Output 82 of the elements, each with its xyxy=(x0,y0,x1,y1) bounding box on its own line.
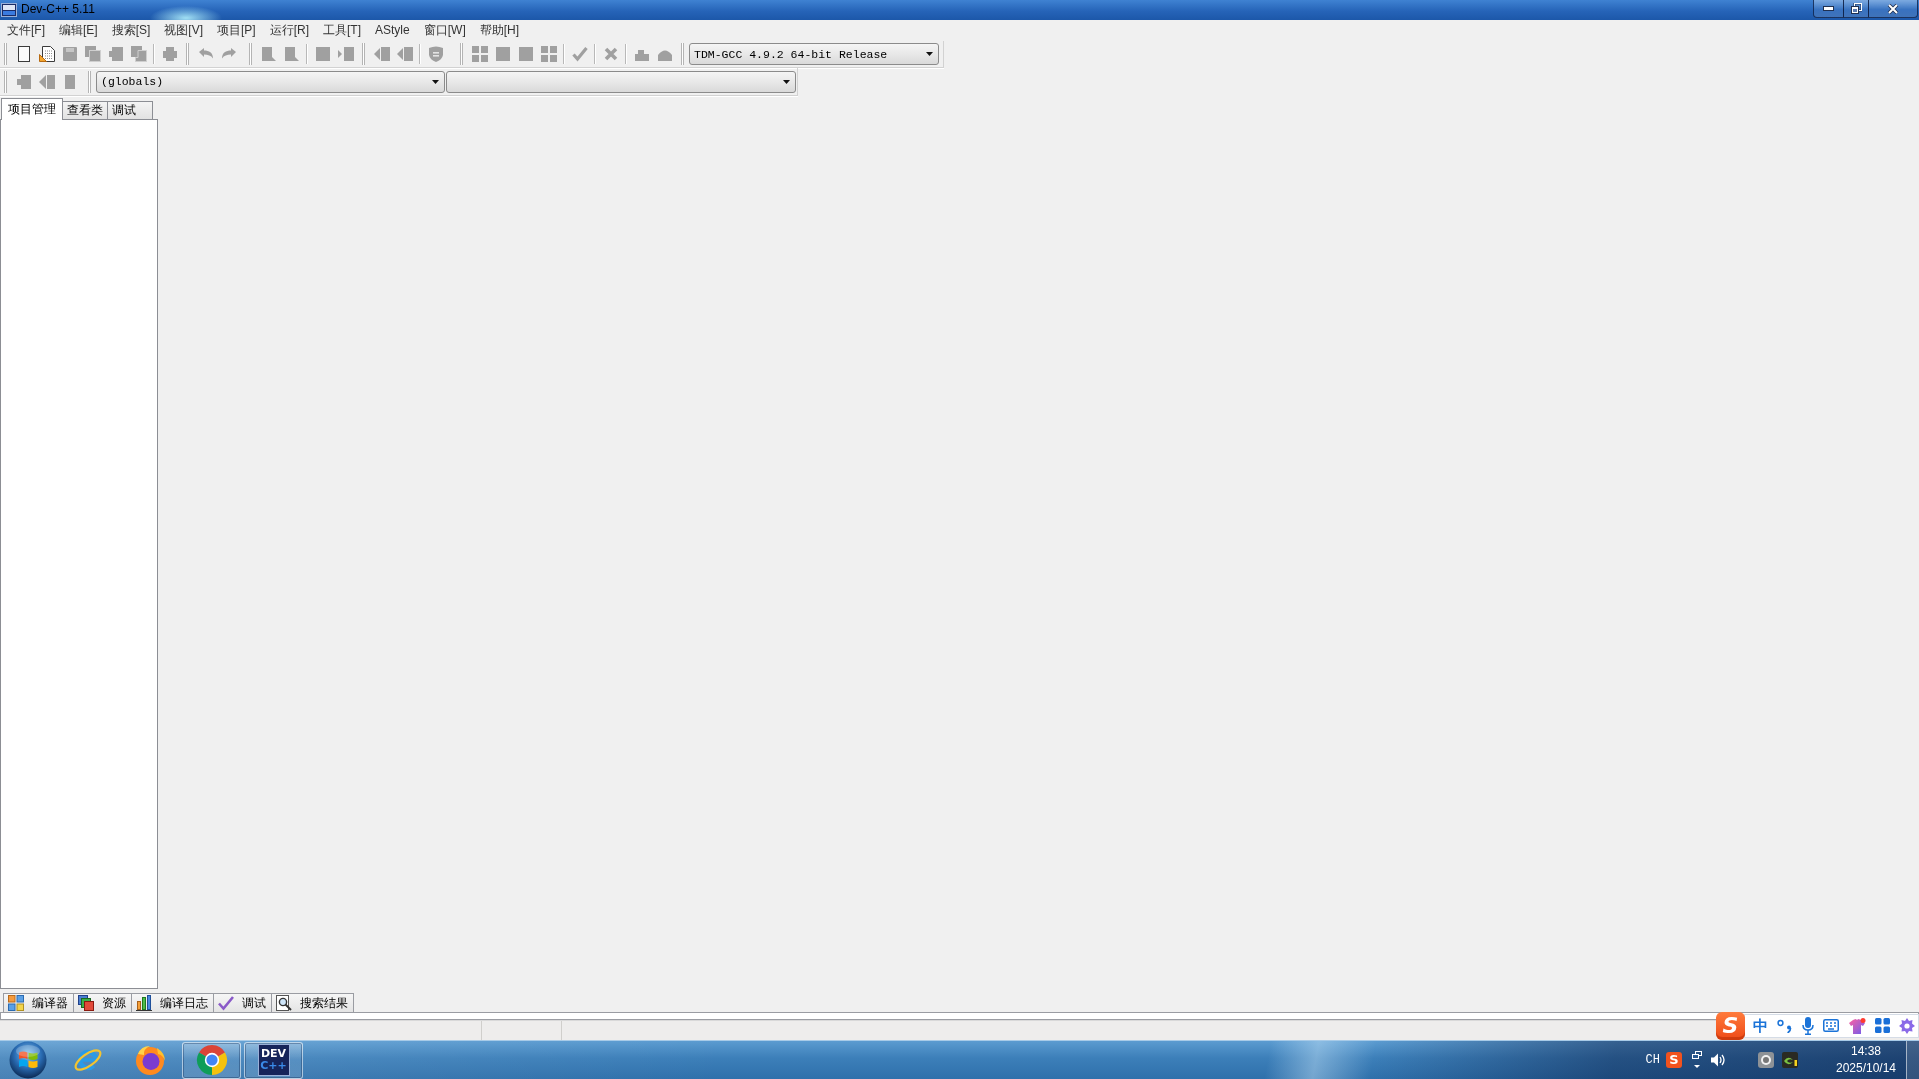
square-icon xyxy=(314,46,331,62)
input-mode-toggle[interactable]: 中 xyxy=(1753,1016,1768,1035)
scope-dropdown[interactable]: (globals) xyxy=(96,70,445,93)
language-indicator[interactable]: CH xyxy=(1645,1053,1660,1067)
stacked-windows-icon[interactable] xyxy=(1692,1051,1702,1069)
arrow-square-icon xyxy=(373,46,390,62)
firefox-icon xyxy=(133,1044,166,1076)
menu-item[interactable]: 项目[P] xyxy=(210,21,263,40)
app-icon xyxy=(1,3,17,17)
stacked-pages-icon xyxy=(130,46,147,62)
ring-icon[interactable] xyxy=(1758,1052,1774,1068)
caret-icon xyxy=(432,79,439,84)
keyboard-icon[interactable] xyxy=(1823,1019,1839,1032)
menu-item[interactable]: 工具[T] xyxy=(316,21,369,40)
menu-item[interactable]: 视图[V] xyxy=(157,21,210,40)
member-dropdown[interactable] xyxy=(446,70,796,93)
restore-icon xyxy=(1850,3,1862,14)
show-desktop-button[interactable] xyxy=(1906,1041,1919,1079)
menu-item[interactable]: 运行[R] xyxy=(262,21,317,40)
swirl-icon[interactable] xyxy=(1782,1052,1798,1068)
page-icon xyxy=(15,73,32,90)
compiler-dropdown[interactable]: TDM-GCC 4.9.2 64-bit Release xyxy=(689,43,939,65)
menu-item[interactable]: 帮助[H] xyxy=(472,21,527,40)
punctuation-icon[interactable] xyxy=(1777,1018,1793,1033)
menu-item[interactable]: 编辑[E] xyxy=(52,21,105,40)
magnifier-page-icon xyxy=(276,995,292,1011)
tab[interactable]: 调试 xyxy=(213,993,272,1012)
bar-chart-icon xyxy=(136,995,152,1011)
logo-text: DEV xyxy=(260,1048,287,1060)
arrow-square-icon xyxy=(396,46,413,62)
menu-item[interactable]: 窗口[W] xyxy=(416,21,473,40)
stacked-squares-icon xyxy=(78,995,94,1011)
tab[interactable]: 编译日志 xyxy=(131,993,214,1012)
printer-icon xyxy=(161,46,178,62)
document-icon xyxy=(38,46,55,62)
grid-icon xyxy=(8,995,24,1011)
grid-icon xyxy=(471,46,488,62)
minimize-icon xyxy=(1823,6,1834,11)
taskbar-button[interactable] xyxy=(182,1041,241,1079)
close-button[interactable] xyxy=(1868,0,1918,18)
clock-date[interactable]: 2025/10/14 xyxy=(1835,1060,1897,1077)
grid-icon xyxy=(540,46,557,62)
tab[interactable]: 搜索结果 xyxy=(271,993,354,1012)
chrome-icon xyxy=(195,1044,228,1076)
shirt-icon[interactable] xyxy=(1848,1017,1866,1034)
check-icon xyxy=(218,995,234,1011)
microphone-icon[interactable] xyxy=(1802,1016,1814,1035)
tab[interactable]: 项目管理 xyxy=(1,98,63,120)
square-icon xyxy=(494,46,511,62)
tab[interactable]: 调试 xyxy=(107,101,153,119)
restore-button[interactable] xyxy=(1843,0,1869,18)
page-icon xyxy=(107,46,124,62)
close-icon xyxy=(1887,3,1899,14)
gear-icon[interactable] xyxy=(1899,1017,1915,1034)
window-title: Dev-C++ 5.11 xyxy=(21,1,95,18)
save-icon xyxy=(61,46,78,62)
blank-page-icon xyxy=(17,46,30,62)
menu-item[interactable]: 文件[F] xyxy=(0,21,52,40)
arrow-square-icon xyxy=(38,73,55,90)
page-icon xyxy=(260,46,277,62)
clock-time[interactable]: 14:38 xyxy=(1851,1043,1881,1060)
menu-item[interactable]: AStyle xyxy=(368,21,417,40)
check-icon xyxy=(571,46,588,62)
arrow-square-icon xyxy=(337,46,354,62)
cross-icon xyxy=(602,46,619,62)
volume-icon[interactable] xyxy=(1710,1052,1725,1068)
menu-item[interactable]: 搜索[S] xyxy=(104,21,158,40)
ime-logo[interactable]: S xyxy=(1666,1052,1682,1068)
stacked-pages-icon xyxy=(84,46,101,62)
grid-icon[interactable] xyxy=(1875,1018,1890,1033)
shield-icon xyxy=(427,46,444,62)
taskbar-button[interactable]: DEV C++ xyxy=(244,1041,303,1079)
logo-text: C++ xyxy=(260,1060,287,1072)
tab[interactable]: 编译器 xyxy=(3,993,74,1012)
minimize-button[interactable] xyxy=(1813,0,1844,18)
caret-icon xyxy=(926,52,933,56)
square-icon xyxy=(517,46,534,62)
start-orb-icon xyxy=(8,1041,47,1079)
tab[interactable]: 查看类 xyxy=(62,101,108,119)
page-icon xyxy=(283,46,300,62)
tab[interactable]: 资源 xyxy=(73,993,132,1012)
caret-icon xyxy=(783,79,790,84)
